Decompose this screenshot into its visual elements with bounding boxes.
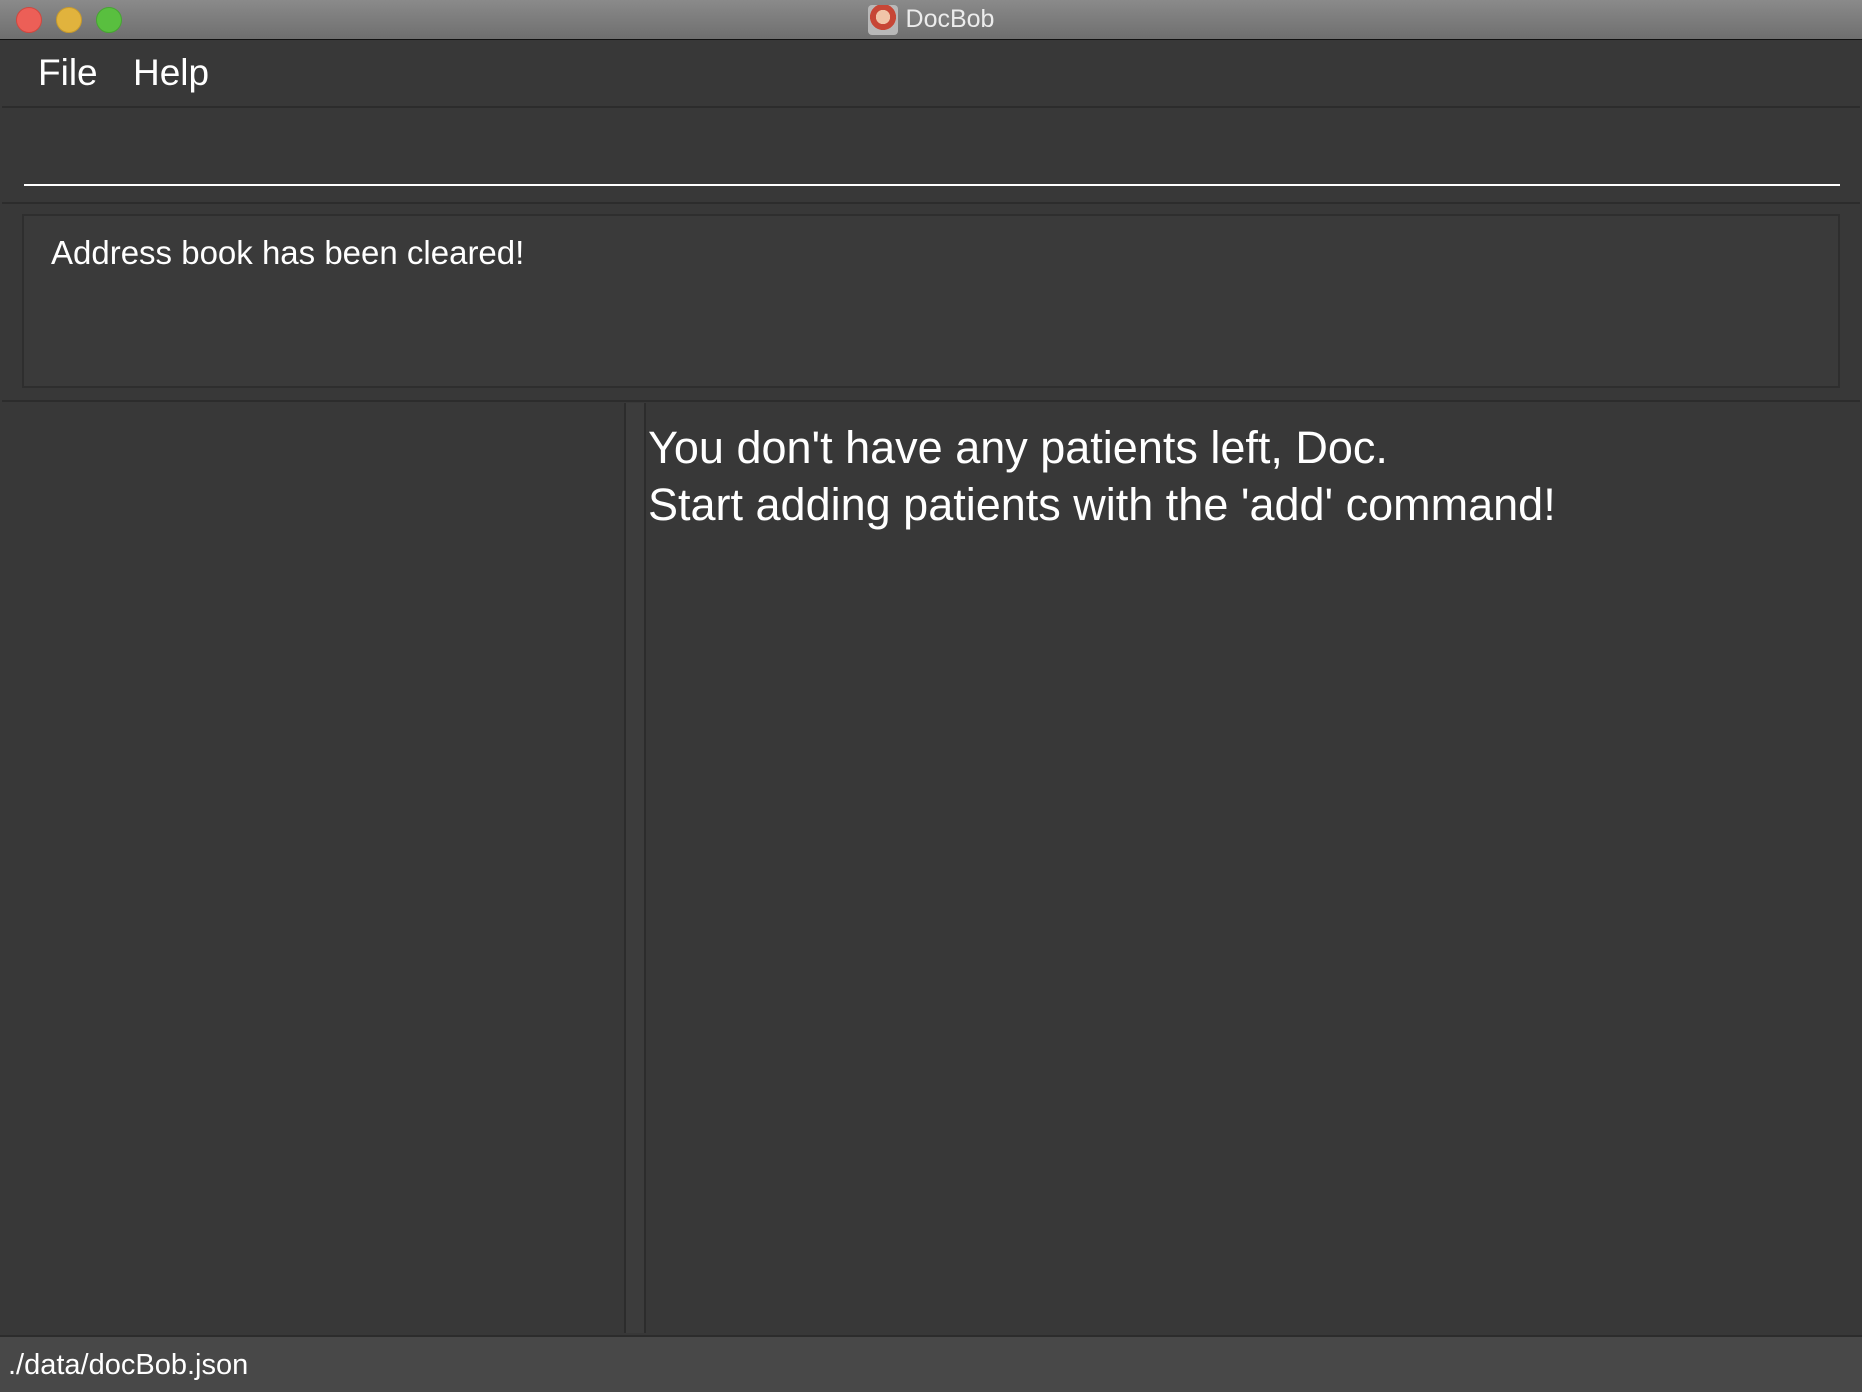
menu-bar: File Help xyxy=(2,40,1860,108)
result-display-container: Address book has been cleared! xyxy=(2,204,1860,402)
menu-file[interactable]: File xyxy=(34,52,102,94)
main-split-pane: You don't have any patients left, Doc. S… xyxy=(2,403,1860,1333)
title-group: DocBob xyxy=(0,0,1862,39)
split-pane-divider[interactable] xyxy=(626,403,646,1333)
patient-detail-panel: You don't have any patients left, Doc. S… xyxy=(646,403,1860,1333)
docbob-app-icon xyxy=(867,4,898,35)
title-bar[interactable]: DocBob xyxy=(0,0,1862,40)
empty-patients-message: You don't have any patients left, Doc. S… xyxy=(648,419,1556,533)
patient-list-panel[interactable] xyxy=(2,403,626,1333)
app-window: DocBob File Help Address book has been c… xyxy=(0,0,1862,1392)
command-input[interactable] xyxy=(24,128,1840,186)
empty-message-line-1: You don't have any patients left, Doc. xyxy=(648,422,1388,473)
result-display[interactable]: Address book has been cleared! xyxy=(22,214,1840,388)
command-box xyxy=(2,108,1860,204)
status-bar: ./data/docBob.json xyxy=(0,1335,1862,1392)
empty-message-line-2: Start adding patients with the 'add' com… xyxy=(648,479,1556,530)
window-title: DocBob xyxy=(905,5,995,33)
menu-help[interactable]: Help xyxy=(129,52,213,94)
result-message: Address book has been cleared! xyxy=(51,234,525,271)
save-file-path: ./data/docBob.json xyxy=(8,1349,249,1381)
